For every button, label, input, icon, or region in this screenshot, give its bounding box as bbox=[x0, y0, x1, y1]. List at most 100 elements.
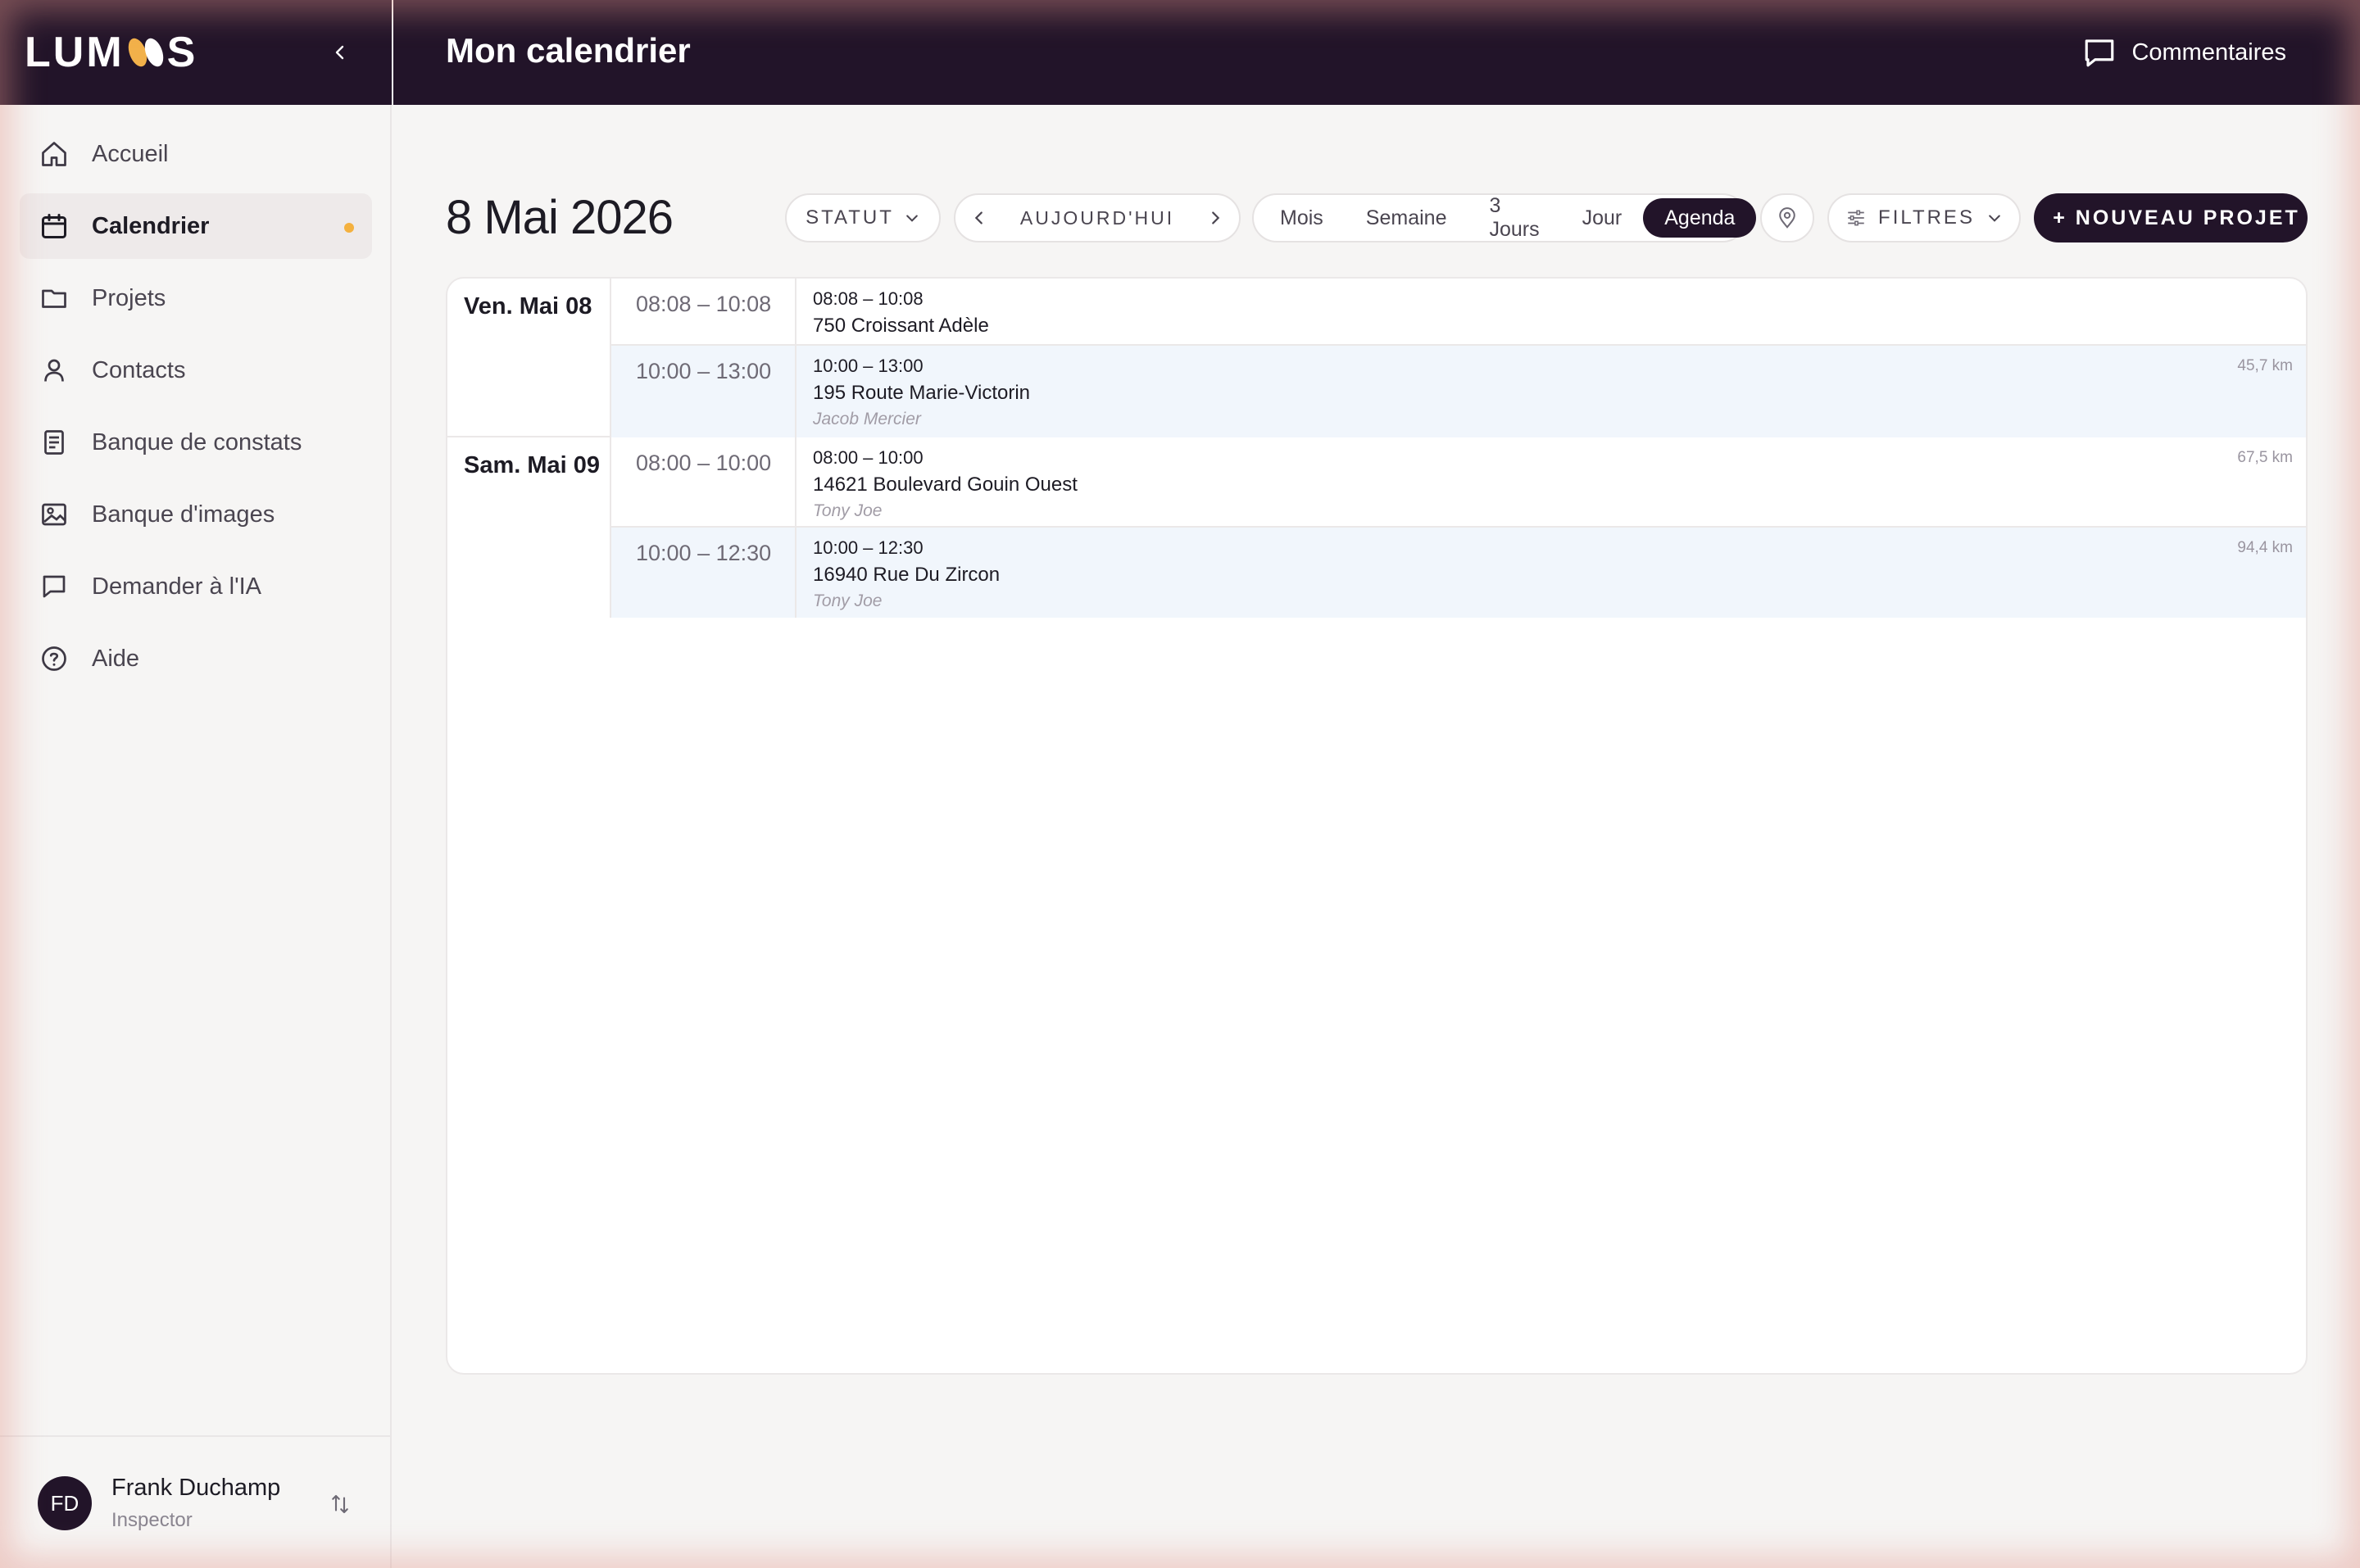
day-label: Sam. Mai 09 bbox=[464, 452, 601, 478]
agenda-day: Sam. Mai 09 08:00 – 10:00 08:00 – 10:00 … bbox=[447, 437, 2306, 619]
status-label: STATUT bbox=[806, 206, 894, 229]
event-time-range: 08:00 – 10:00 bbox=[610, 437, 796, 526]
event-time: 08:08 – 10:08 bbox=[813, 288, 924, 309]
map-button[interactable] bbox=[1760, 193, 1814, 242]
new-project-button[interactable]: + NOUVEAU PROJET bbox=[2034, 193, 2308, 242]
event-address: 14621 Boulevard Gouin Ouest bbox=[813, 474, 1078, 496]
location-pin-icon bbox=[1779, 207, 1795, 229]
today-button[interactable]: AUJOURD'HUI bbox=[1020, 207, 1174, 229]
user-profile[interactable]: FD Frank Duchamp Inspector bbox=[0, 1435, 392, 1568]
view-switcher: Mois Semaine 3 Jours Jour Agenda bbox=[1252, 193, 1757, 242]
user-role: Inspector bbox=[111, 1509, 193, 1531]
logo-text-left: LUM bbox=[25, 29, 125, 76]
event-address: 195 Route Marie-Victorin bbox=[813, 382, 1031, 404]
date-navigator: AUJOURD'HUI bbox=[954, 193, 1241, 242]
help-icon bbox=[38, 642, 70, 675]
sidebar-item-calendrier[interactable]: Calendrier bbox=[20, 193, 372, 259]
event-address: 750 Croissant Adèle bbox=[813, 315, 989, 337]
tab-semaine[interactable]: Semaine bbox=[1345, 198, 1468, 238]
sidebar-item-accueil[interactable]: Accueil bbox=[20, 121, 372, 187]
event-distance: 94,4 km bbox=[2237, 539, 2293, 556]
sidebar-item-label: Banque d'images bbox=[92, 501, 275, 528]
chevron-left-icon bbox=[335, 45, 344, 60]
main-content: 8 Mai 2026 STATUT AUJOURD'HUI Mois Semai… bbox=[393, 105, 2360, 1568]
top-bar: Mon calendrier Commentaires bbox=[393, 0, 2360, 105]
sort-arrows-icon bbox=[332, 1494, 348, 1514]
sidebar-item-label: Contacts bbox=[92, 356, 186, 383]
event-details: 10:00 – 13:00 195 Route Marie-Victorin J… bbox=[813, 356, 1030, 429]
agenda-day: Ven. Mai 08 08:08 – 10:08 08:08 – 10:08 … bbox=[447, 279, 2306, 437]
chevron-down-icon bbox=[906, 215, 918, 222]
tab-mois[interactable]: Mois bbox=[1259, 198, 1345, 238]
agenda-event[interactable]: 08:00 – 10:00 08:00 – 10:00 14621 Boulev… bbox=[610, 437, 2306, 528]
event-person: Tony Joe bbox=[813, 501, 883, 520]
folder-icon bbox=[38, 282, 70, 315]
collapse-sidebar-button[interactable] bbox=[324, 36, 356, 69]
event-time: 08:00 – 10:00 bbox=[813, 447, 924, 468]
sidebar-item-banque-constats[interactable]: Banque de constats bbox=[20, 410, 372, 475]
avatar: FD bbox=[38, 1476, 92, 1530]
document-icon bbox=[38, 426, 70, 459]
home-icon bbox=[38, 138, 70, 170]
comments-button[interactable]: Commentaires bbox=[2082, 29, 2286, 75]
sidebar-item-label: Accueil bbox=[92, 140, 169, 167]
event-person: Tony Joe bbox=[813, 591, 883, 610]
tab-jour[interactable]: Jour bbox=[1561, 198, 1644, 238]
event-time: 10:00 – 12:30 bbox=[813, 537, 924, 558]
chevron-right-icon bbox=[1212, 211, 1220, 224]
day-label: Ven. Mai 08 bbox=[464, 293, 592, 319]
comment-icon bbox=[2085, 39, 2114, 67]
sidebar-item-demander-ia[interactable]: Demander à l'IA bbox=[20, 554, 372, 619]
sidebar-header: LUM S bbox=[0, 0, 392, 105]
event-time-range: 08:08 – 10:08 bbox=[610, 279, 796, 344]
active-indicator-dot bbox=[344, 223, 354, 233]
lumos-logo[interactable]: LUM S bbox=[25, 28, 197, 77]
chat-icon bbox=[38, 570, 70, 603]
event-details: 10:00 – 12:30 16940 Rue Du Zircon Tony J… bbox=[813, 537, 1000, 611]
event-details: 08:00 – 10:00 14621 Boulevard Gouin Oues… bbox=[813, 447, 1078, 521]
event-time-range: 10:00 – 12:30 bbox=[610, 528, 796, 618]
event-time-range: 10:00 – 13:00 bbox=[610, 346, 796, 437]
sliders-icon bbox=[1848, 210, 1864, 226]
agenda-event[interactable]: 10:00 – 12:30 10:00 – 12:30 16940 Rue Du… bbox=[610, 528, 2306, 618]
event-person: Jacob Mercier bbox=[813, 410, 921, 428]
event-time: 10:00 – 13:00 bbox=[813, 356, 924, 376]
calendar-icon bbox=[38, 210, 70, 242]
page-title: Mon calendrier bbox=[446, 31, 691, 70]
sidebar-item-contacts[interactable]: Contacts bbox=[20, 338, 372, 403]
sidebar-item-label: Banque de constats bbox=[92, 428, 302, 455]
filters-label: FILTRES bbox=[1878, 206, 1975, 229]
next-button[interactable] bbox=[1206, 209, 1224, 227]
sidebar-item-label: Calendrier bbox=[92, 212, 210, 239]
logo-mark-icon bbox=[128, 34, 164, 70]
sidebar-item-banque-images[interactable]: Banque d'images bbox=[20, 482, 372, 547]
comments-label: Commentaires bbox=[2131, 39, 2286, 66]
current-date-heading: 8 Mai 2026 bbox=[446, 191, 674, 244]
sidebar-item-label: Demander à l'IA bbox=[92, 573, 262, 600]
chevron-left-icon bbox=[974, 211, 983, 224]
sidebar-item-projets[interactable]: Projets bbox=[20, 265, 372, 331]
tab-3-jours[interactable]: 3 Jours bbox=[1468, 194, 1560, 241]
event-address: 16940 Rue Du Zircon bbox=[813, 564, 1001, 586]
filters-dropdown[interactable]: FILTRES bbox=[1827, 193, 2021, 242]
sidebar: LUM S Accueil Calendrier Projets Contact… bbox=[0, 0, 392, 1568]
agenda-list: Ven. Mai 08 08:08 – 10:08 08:08 – 10:08 … bbox=[446, 277, 2308, 1375]
sidebar-item-label: Projets bbox=[92, 284, 166, 311]
person-icon bbox=[38, 354, 70, 387]
chevron-down-icon bbox=[1989, 215, 2000, 222]
status-dropdown[interactable]: STATUT bbox=[785, 193, 941, 242]
tab-agenda[interactable]: Agenda bbox=[1643, 198, 1757, 238]
sidebar-item-aide[interactable]: Aide bbox=[20, 626, 372, 691]
logo-text-right: S bbox=[166, 29, 198, 76]
previous-button[interactable] bbox=[970, 209, 988, 227]
user-name: Frank Duchamp bbox=[111, 1475, 281, 1501]
agenda-event[interactable]: 08:08 – 10:08 08:08 – 10:08 750 Croissan… bbox=[610, 279, 2306, 346]
event-distance: 45,7 km bbox=[2237, 357, 2293, 374]
agenda-event[interactable]: 10:00 – 13:00 10:00 – 13:00 195 Route Ma… bbox=[610, 346, 2306, 437]
sidebar-item-label: Aide bbox=[92, 645, 140, 672]
sidebar-nav: Accueil Calendrier Projets Contacts Banq… bbox=[20, 121, 372, 698]
image-icon bbox=[38, 498, 70, 531]
switch-account-button[interactable] bbox=[324, 1488, 356, 1520]
event-distance: 67,5 km bbox=[2237, 449, 2293, 466]
event-details: 08:08 – 10:08 750 Croissant Adèle bbox=[813, 288, 989, 338]
